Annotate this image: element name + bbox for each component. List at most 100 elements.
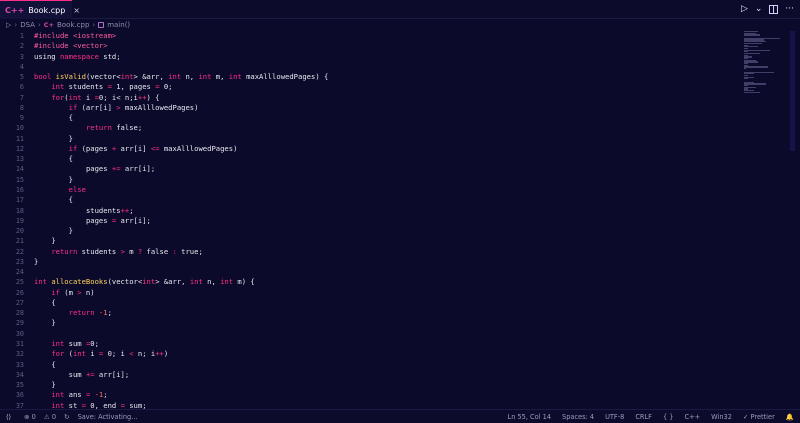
line-number: 13 [15,155,24,164]
breadcrumb: ▷ › DSA › C+ Book.cpp › main() [6,21,131,29]
line-number: 11 [15,134,24,143]
code-line: pages += arr[i]; [85,164,156,174]
code-line: return false; [85,123,143,133]
tab-label: Book.cpp [28,5,66,15]
code-line: { [51,297,56,307]
remote-icon[interactable]: ⟨⟩ [6,413,16,421]
code-line: int students = 1, pages = 0; [51,82,173,92]
code-line: { [68,154,73,164]
tab-book-cpp[interactable]: C++ Book.cpp × [0,0,80,19]
code-line: for (int i = 0; i < n; i++) [51,349,169,359]
braces-icon[interactable]: { } [663,413,674,421]
line-number: 30 [15,329,24,338]
line-number: 14 [15,165,24,174]
split-editor-icon[interactable] [769,4,779,14]
line-number: 18 [15,206,24,215]
code-line: #include <iostream> [34,31,117,40]
code-line: sum += arr[i]; [68,369,130,379]
line-number: 21 [15,237,24,246]
code-line: else [68,184,86,194]
code-line: if (m > n) [51,287,95,297]
cpp-file-icon: C++ [5,5,25,15]
language-mode[interactable]: C++ [684,413,700,421]
line-number: 12 [15,144,24,153]
code-line: } [51,318,56,328]
bell-icon[interactable]: 🔔 [786,413,794,421]
code-line: return students > m ? false : true; [51,246,203,256]
code-editor[interactable]: 1 2 3 4 5 6 7 8 9 10 11 12 13 14 15 16 17 18 19 20 21 22 23 24 2… [0,31,740,411]
line-number: 26 [15,288,24,297]
minimap-line [744,91,760,93]
line-number: 32 [15,350,24,359]
code-line: } [68,174,73,184]
code-line: return -1; [68,308,112,318]
more-actions-icon[interactable]: ··· [785,3,794,15]
line-number: 25 [15,278,24,287]
line-number: 24 [15,268,24,277]
code-line: { [51,359,56,369]
cpp-file-icon: C+ [43,21,54,29]
breadcrumb-file[interactable]: Book.cpp [57,21,89,29]
scrollbar-thumb[interactable] [790,31,795,151]
line-number-gutter: 1 2 3 4 5 6 7 8 9 10 11 12 13 14 15 16 17 18 19 20 21 22 23 24 2… [0,31,24,411]
encoding[interactable]: UTF-8 [605,413,624,421]
run-icon[interactable]: ▷ [741,3,748,15]
save-status[interactable]: Save: Activating... [78,413,138,421]
platform[interactable]: Win32 [711,413,732,421]
warnings-count[interactable]: ⚠ 0 [44,413,56,421]
code-line: if (arr[i] > maxAlllowedPages) [68,102,199,112]
indentation[interactable]: Spaces: 4 [562,413,594,421]
prettier-formatter[interactable]: ✓ Prettier [743,413,775,421]
line-number: 28 [15,309,24,318]
code-line: if (pages + arr[i] <= maxAlllowedPages) [68,143,238,153]
line-number: 29 [15,319,24,328]
code-line: { [68,113,73,123]
code-line: pages = arr[i]; [85,215,151,225]
chevron-down-icon[interactable]: ⌄ [755,3,763,15]
symbol-method-icon [98,22,105,28]
cursor-position[interactable]: Ln 55, Col 14 [508,413,552,421]
code-line: } [68,133,73,143]
code-line: bool isValid(vector<int> &arr, int n, in… [34,72,329,82]
code-line: students++; [85,205,134,215]
breadcrumb-symbol[interactable]: main() [107,21,130,29]
line-number: 27 [15,298,24,307]
line-number: 1 [19,32,24,40]
line-number: 6 [19,83,24,92]
line-number: 10 [15,124,24,133]
line-number: 17 [15,196,24,205]
minimap[interactable] [744,31,784,93]
errors-count[interactable]: ⊗ 0 [24,413,36,421]
breadcrumb-folder[interactable]: DSA [20,21,35,29]
line-number: 7 [19,93,24,102]
line-number: 16 [15,185,24,194]
code-line: } [51,236,56,246]
line-number: 33 [15,360,24,369]
tab-bar: C++ Book.cpp × ▷ ⌄ ··· [0,0,800,19]
line-number: 35 [15,381,24,390]
code-line: using namespace std; [34,51,121,61]
minimap-line [744,66,768,68]
code-line: } [34,256,39,266]
line-number: 8 [19,103,24,112]
refresh-icon[interactable]: ↻ [64,413,70,421]
line-number: 3 [19,52,24,61]
code-line: int allocateBooks(vector<int> &arr, int … [34,277,255,287]
line-number: 2 [19,42,24,51]
vertical-scrollbar[interactable] [786,31,798,409]
code-line: } [51,380,56,390]
line-number: 9 [19,114,24,123]
line-number: 19 [15,216,24,225]
code-area[interactable]: #include <iostream> #include <vector> us… [34,31,328,411]
line-number: 4 [19,62,24,71]
code-line: for(int i =0; i< n;i++) { [51,92,160,102]
minimap-line [744,78,748,80]
end-of-line[interactable]: CRLF [635,413,652,421]
editor-actions: ▷ ⌄ ··· [741,3,794,15]
code-line: } [68,226,73,236]
line-number: 5 [19,73,24,82]
close-icon[interactable]: × [73,6,80,15]
